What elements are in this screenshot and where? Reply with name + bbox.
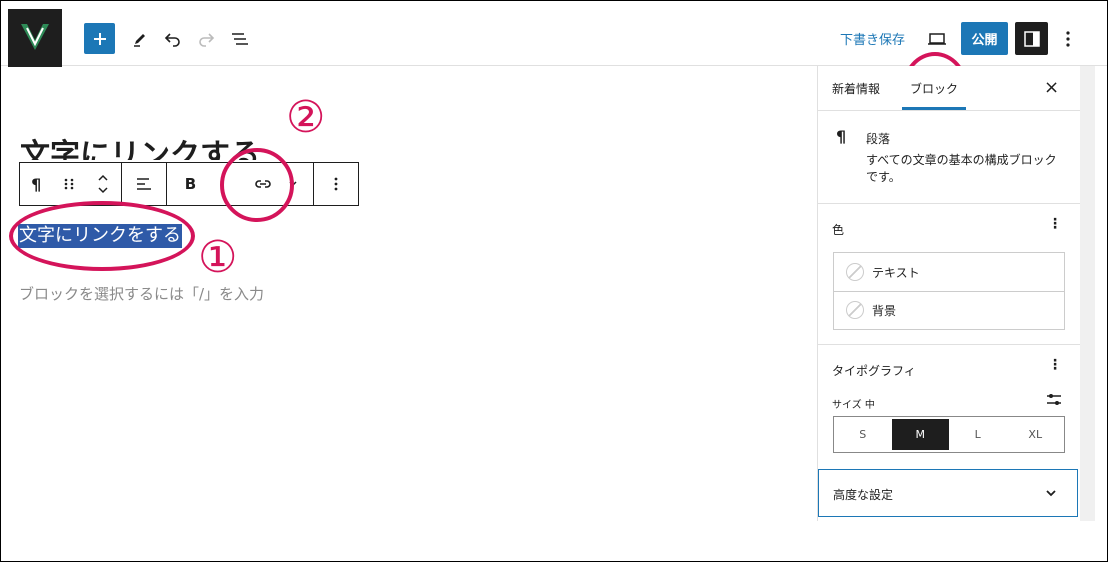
options-icon[interactable]: ⋮: [1048, 216, 1062, 232]
save-draft-button[interactable]: 下書き保存: [840, 29, 905, 48]
close-icon[interactable]: ×: [1044, 77, 1059, 98]
annotation-ring-text: [9, 201, 195, 271]
list-view-icon: [232, 33, 248, 45]
annotation-one: ①: [198, 232, 238, 283]
color-swatch-icon: [846, 263, 864, 281]
undo-button[interactable]: [160, 25, 186, 53]
size-option-s[interactable]: S: [834, 417, 892, 452]
preview-icon: [928, 33, 946, 45]
color-text-label: テキスト: [872, 265, 920, 280]
settings-sidebar: 新着情報 ブロック × ¶ 段落 すべての文章の基本の構成ブロックです。 色 ⋮…: [817, 66, 1080, 521]
options-icon[interactable]: ⋮: [1048, 357, 1062, 373]
drag-handle-icon[interactable]: [64, 177, 74, 191]
color-background-label: 背景: [872, 303, 897, 318]
block-card: ¶ 段落 すべての文章の基本の構成ブロックです。: [818, 111, 1080, 204]
post-title[interactable]: 文字にリンクする: [20, 130, 260, 160]
block-toolbar: ¶ B: [19, 162, 359, 206]
settings-button[interactable]: [1015, 22, 1048, 55]
size-option-l[interactable]: L: [949, 417, 1007, 452]
block-options-button[interactable]: [314, 163, 358, 205]
paragraph-icon[interactable]: ¶: [31, 175, 41, 194]
options-button[interactable]: [1059, 25, 1077, 53]
typography-title: タイポグラフィ: [832, 364, 916, 378]
bold-button[interactable]: B: [185, 175, 196, 193]
block-name: 段落: [866, 132, 891, 146]
tab-block[interactable]: ブロック: [910, 80, 958, 97]
sidebar-scrollbar[interactable]: [1080, 66, 1095, 521]
redo-button[interactable]: [193, 25, 219, 53]
options-icon: [1066, 31, 1070, 47]
settings-icon: [1023, 30, 1040, 47]
color-swatch-icon: [846, 301, 864, 319]
list-view-button[interactable]: [227, 25, 253, 53]
publish-button[interactable]: 公開: [961, 22, 1008, 55]
annotation-ring-link: [220, 148, 294, 222]
annotation-two: ②: [286, 92, 326, 143]
options-icon: [334, 177, 338, 191]
logo-icon[interactable]: [8, 9, 62, 67]
size-option-m[interactable]: M: [891, 419, 949, 450]
align-left-icon: [136, 178, 151, 190]
paragraph-icon: ¶: [836, 127, 847, 146]
align-button[interactable]: [122, 163, 167, 205]
undo-icon: [164, 33, 180, 47]
plus-icon: [93, 32, 106, 45]
advanced-panel-toggle[interactable]: 高度な設定: [818, 469, 1078, 517]
custom-size-icon[interactable]: [1046, 392, 1062, 408]
color-title: 色: [832, 223, 845, 237]
font-size-picker: S M L XL: [833, 416, 1065, 453]
active-tab-indicator: [902, 107, 966, 110]
tab-news[interactable]: 新着情報: [832, 80, 880, 97]
font-size-label: サイズ 中: [832, 400, 875, 411]
sidebar-tabs: 新着情報 ブロック ×: [818, 66, 1080, 111]
block-switcher-group: ¶: [20, 163, 123, 205]
tools-button[interactable]: [127, 25, 153, 53]
color-background-option[interactable]: 背景: [834, 291, 1064, 329]
size-option-xl[interactable]: XL: [1007, 417, 1065, 452]
color-text-option[interactable]: テキスト: [834, 253, 1064, 292]
chevron-down-icon: [1046, 490, 1056, 497]
redo-icon: [199, 33, 215, 47]
preview-button[interactable]: [923, 25, 951, 53]
block-description: すべての文章の基本の構成ブロックです。: [866, 153, 1057, 184]
move-up-down-icon[interactable]: [96, 171, 110, 197]
pen-icon: [134, 34, 145, 47]
block-placeholder[interactable]: ブロックを選択するには「/」を入力: [19, 283, 264, 304]
add-block-button[interactable]: [84, 23, 115, 54]
color-options: テキスト 背景: [833, 252, 1065, 330]
advanced-title: 高度な設定: [833, 488, 894, 502]
